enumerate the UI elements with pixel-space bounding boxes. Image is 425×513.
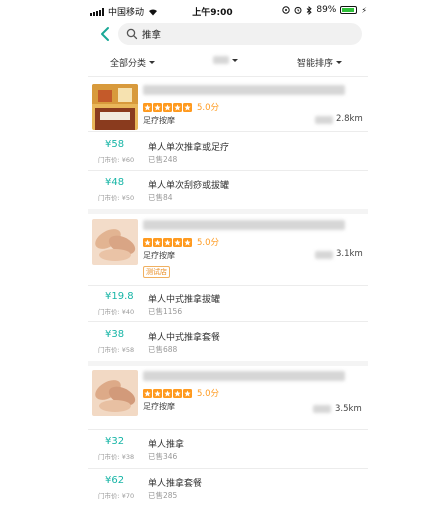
shop-area-blurred [315,116,333,124]
divider [88,131,368,132]
caret-down-icon [336,61,343,64]
divider [88,285,368,286]
divider [88,429,368,430]
search-row: 推拿 [0,22,425,48]
star-icon [173,102,182,112]
deal-original-price: 门市价: ¥58 [98,346,135,354]
rating: 5.0分 [143,236,219,248]
back-arrow-icon[interactable] [96,24,116,44]
deal-sold-count: 已售1156 [148,307,183,316]
deal-title: 单人单次推拿或足疗 [148,143,230,153]
shop-thumbnail [92,84,138,130]
charging-icon: ⚡ [361,5,367,15]
divider [88,76,368,77]
star-icon [153,102,162,112]
deal-sold-count: 已售346 [148,452,178,461]
deal-sold-count: 已售688 [148,345,178,354]
filter-category[interactable]: 全部分类 [110,56,156,69]
star-icon [143,237,152,247]
shop-thumbnail [92,219,138,265]
alarm-icon [294,6,302,14]
filter-sort-label: 智能排序 [297,59,334,69]
battery-icon [340,6,358,14]
search-icon [126,28,138,40]
status-right: 89% ⚡ [282,5,367,15]
star-icon [183,388,192,398]
filter-area[interactable] [213,56,238,64]
deal-title: 单人中式推拿套餐 [148,333,221,343]
filter-category-label: 全部分类 [110,59,147,69]
deal-price: ¥62 [105,475,125,486]
shop-category: 足疗按摩 [143,116,175,125]
deal-row[interactable]: ¥62 门市价: ¥70 单人推拿套餐 已售285 [0,472,425,510]
shop-category: 足疗按摩 [143,402,175,411]
deal-price: ¥38 [105,329,125,340]
star-icon [143,388,152,398]
shop-area-blurred [315,251,333,259]
rating: 5.0分 [143,101,219,113]
star-icon [163,102,172,112]
search-input[interactable]: 推拿 [118,23,362,45]
star-icon [173,388,182,398]
divider [88,321,368,322]
deal-row[interactable]: ¥38 门市价: ¥58 单人中式推拿套餐 已售688 [0,326,425,364]
deal-original-price: 门市价: ¥60 [98,156,135,164]
deal-sold-count: 已售248 [148,155,178,164]
deal-title: 单人推拿 [148,440,185,450]
star-icon [143,102,152,112]
rating-score: 5.0分 [197,389,220,399]
deal-price: ¥32 [105,436,125,447]
filter-area-label-blurred [213,56,229,64]
rating: 5.0分 [143,387,219,399]
deal-row[interactable]: ¥58 门市价: ¥60 单人单次推拿或足疗 已售248 [0,136,425,174]
shop-name-blurred [143,371,345,381]
filter-bar: 全部分类 智能排序 [0,52,425,72]
shop-distance: 2.8km [336,114,363,124]
star-icon [153,388,162,398]
shop-category: 足疗按摩 [143,251,175,260]
location-icon [282,6,291,14]
deal-sold-count: 已售285 [148,491,178,500]
deal-original-price: 门市价: ¥70 [98,492,135,500]
shop-tag-badge: 测试店 [143,266,170,278]
shop-area-blurred [313,405,331,413]
bluetooth-icon [307,5,313,15]
deal-price: ¥48 [105,177,125,188]
search-query: 推拿 [142,30,162,41]
deal-title: 单人中式推拿拔罐 [148,295,221,305]
divider [88,170,368,171]
star-icon [153,237,162,247]
battery-percent: 89% [316,5,337,15]
star-icon [173,237,182,247]
deal-original-price: 门市价: ¥40 [98,308,135,316]
shop-name-blurred [143,220,345,230]
star-icon [183,237,192,247]
deal-original-price: 门市价: ¥38 [98,453,135,461]
caret-down-icon [232,58,238,62]
deal-sold-count: 已售84 [148,193,173,202]
deal-title: 单人单次刮痧或拔罐 [148,181,230,191]
deal-original-price: 门市价: ¥50 [98,194,135,202]
deal-title: 单人推拿套餐 [148,479,203,489]
deal-row[interactable]: ¥48 门市价: ¥50 单人单次刮痧或拔罐 已售84 [0,174,425,212]
shop-distance: 3.1km [336,249,363,259]
rating-score: 5.0分 [197,238,220,248]
shop-thumbnail [92,370,138,416]
shop-distance: 3.5km [335,404,362,414]
deal-price: ¥58 [105,139,125,150]
filter-sort[interactable]: 智能排序 [297,56,343,69]
rating-score: 5.0分 [197,103,220,113]
deal-price: ¥19.8 [105,291,134,302]
divider [88,468,368,469]
caret-down-icon [149,61,156,64]
status-bar: 中国移动 上午9:00 89% ⚡ [0,0,425,22]
star-icon [183,102,192,112]
star-icon [163,237,172,247]
deal-row[interactable]: ¥32 门市价: ¥38 单人推拿 已售346 [0,433,425,471]
star-icon [163,388,172,398]
shop-name-blurred [143,85,345,95]
